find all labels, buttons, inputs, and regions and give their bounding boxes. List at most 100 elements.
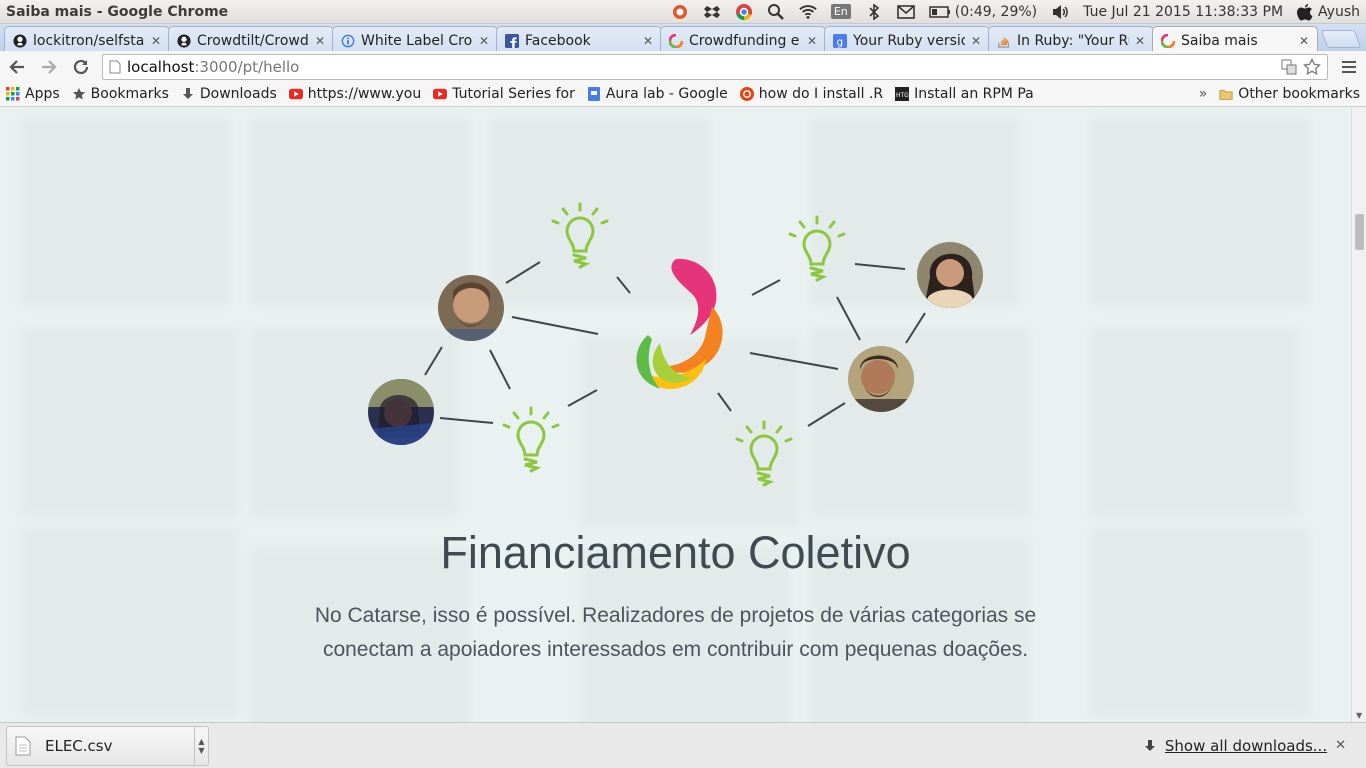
wifi-icon[interactable] — [799, 3, 817, 21]
stackoverflow-icon — [997, 34, 1011, 48]
chrome-menu-button[interactable] — [1338, 56, 1360, 78]
bookmark-item[interactable]: Tutorial Series for — [433, 86, 575, 102]
youtube-icon — [433, 87, 448, 101]
download-arrow-icon — [181, 87, 195, 101]
search-icon[interactable] — [767, 3, 785, 21]
bluetooth-icon[interactable] — [865, 3, 883, 21]
tab-close-icon[interactable]: ✕ — [479, 34, 489, 48]
browser-toolbar: localhost:3000/pt/hello — [0, 51, 1366, 82]
tab-close-icon[interactable]: ✕ — [151, 34, 161, 48]
volume-icon[interactable] — [1051, 3, 1069, 21]
page-description: No Catarse, isso é possível. Realizadore… — [314, 604, 1037, 661]
window-title: Saiba mais - Google Chrome — [6, 3, 229, 20]
tab[interactable]: g Your Ruby versio ✕ — [824, 26, 990, 51]
svg-text:HTG: HTG — [896, 92, 909, 99]
github-icon — [13, 34, 27, 48]
tab-label: Your Ruby versio — [853, 33, 965, 49]
tab-label: In Ruby: "Your Ru — [1017, 33, 1129, 49]
bookmark-label: Downloads — [199, 86, 277, 102]
user-menu[interactable]: Ayush — [1297, 3, 1360, 21]
forward-button[interactable] — [38, 56, 60, 78]
bookmark-item[interactable]: Downloads — [181, 86, 277, 102]
folder-icon — [1219, 87, 1233, 101]
keyboard-layout-indicator[interactable]: En — [830, 4, 851, 19]
avatar — [438, 275, 504, 341]
lightbulb-icon — [735, 420, 793, 487]
connection-lines — [424, 261, 926, 427]
tab-close-icon[interactable]: ✕ — [1299, 34, 1309, 48]
hero-illustration — [368, 202, 983, 487]
bookmark-label: Apps — [25, 86, 60, 102]
system-tray: En (0:49, 29%) Tue Jul 21 2015 11:38:33 … — [671, 3, 1366, 21]
bookmark-star-icon[interactable] — [1303, 57, 1321, 76]
tab[interactable]: Facebook ✕ — [496, 26, 662, 51]
bookmarks-bar: Apps Bookmarks Downloads https://www.you Tut… — [0, 82, 1366, 107]
svg-text:g: g — [837, 36, 844, 48]
bookmark-item[interactable]: Aura lab - Google — [587, 86, 728, 102]
tab-close-icon[interactable]: ✕ — [643, 34, 653, 48]
close-shelf-icon[interactable]: ✕ — [1335, 738, 1350, 753]
tab[interactable]: Crowdfunding e ✕ — [660, 26, 826, 51]
other-bookmarks-label: Other bookmarks — [1238, 86, 1360, 102]
show-all-downloads-link[interactable]: Show all downloads... — [1165, 737, 1327, 755]
user-name: Ayush — [1318, 3, 1360, 20]
tab-close-icon[interactable]: ✕ — [971, 34, 981, 48]
page-icon — [109, 60, 121, 73]
bookmark-item[interactable]: Bookmarks — [72, 86, 169, 102]
page-scrollbar[interactable]: ▼ — [1351, 107, 1366, 722]
bookmark-label: Install an RPM Pa — [914, 86, 1034, 102]
tab-close-icon[interactable]: ✕ — [807, 34, 817, 48]
ubuntu-icon — [739, 87, 754, 101]
tab-close-icon[interactable]: ✕ — [1135, 34, 1145, 48]
reload-button[interactable] — [70, 56, 92, 78]
address-bar[interactable]: localhost:3000/pt/hello — [102, 53, 1328, 80]
download-arrow-icon — [1144, 739, 1155, 751]
translate-icon[interactable] — [1281, 59, 1297, 75]
back-button[interactable] — [6, 56, 28, 78]
tab-active[interactable]: Saiba mais ✕ — [1152, 26, 1318, 51]
battery-indicator[interactable]: (0:49, 29%) — [929, 4, 1037, 20]
chrome-icon[interactable] — [735, 3, 753, 21]
tab-label: lockitron/selfsta — [33, 33, 145, 49]
file-icon — [15, 736, 31, 755]
htg-icon: HTG — [895, 87, 910, 101]
bookmark-label: how do I install .R — [758, 86, 884, 102]
dropbox-icon[interactable] — [703, 3, 721, 21]
tab[interactable]: White Label Crow ✕ — [332, 26, 498, 51]
bookmark-item[interactable]: https://www.you — [288, 86, 421, 102]
new-tab-button[interactable] — [1320, 30, 1362, 48]
youtube-icon — [288, 87, 303, 101]
scroll-down-arrow-icon[interactable]: ▼ — [1356, 711, 1362, 720]
avatar — [368, 379, 434, 445]
tab-strip: lockitron/selfsta ✕ Crowdtilt/Crowd ✕ White … — [0, 24, 1366, 51]
bookmark-label: Bookmarks — [90, 86, 169, 102]
url-path: :3000/pt/hello — [194, 57, 300, 76]
google-icon: g — [833, 34, 847, 48]
reload-icon — [73, 59, 89, 74]
avatar — [917, 242, 983, 308]
bookmark-item[interactable]: Apps — [6, 86, 60, 102]
app-indicator-icon[interactable] — [671, 3, 689, 21]
tab-close-icon[interactable]: ✕ — [315, 34, 325, 48]
tab-label: Crowdtilt/Crowd — [197, 33, 309, 49]
bookmark-item[interactable]: HTG Install an RPM Pa — [895, 86, 1034, 102]
download-menu-button[interactable]: ▲ ▼ — [194, 726, 208, 765]
catarse-icon — [1161, 34, 1175, 48]
tab[interactable]: In Ruby: "Your Ru ✕ — [988, 26, 1154, 51]
battery-text: (0:49, 29%) — [954, 3, 1038, 20]
tab-label: Crowdfunding e — [689, 33, 800, 49]
os-top-panel: Saiba mais - Google Chrome En (0:49, 29%… — [0, 0, 1366, 24]
info-icon — [341, 34, 355, 48]
clock[interactable]: Tue Jul 21 2015 11:38:33 PM — [1083, 4, 1283, 20]
tab[interactable]: Crowdtilt/Crowd ✕ — [168, 26, 334, 51]
tab[interactable]: lockitron/selfsta ✕ — [4, 26, 170, 51]
google-doc-icon — [587, 87, 601, 101]
scrollbar-thumb[interactable] — [1355, 214, 1364, 250]
apple-icon — [1297, 3, 1313, 20]
other-bookmarks-folder[interactable]: Other bookmarks — [1219, 86, 1360, 102]
download-item[interactable]: ELEC.csv ▲ ▼ — [6, 725, 209, 766]
mail-icon[interactable] — [896, 3, 915, 21]
bookmark-item[interactable]: how do I install .R — [739, 86, 884, 102]
bookmarks-overflow-button[interactable]: » — [1199, 86, 1208, 102]
battery-icon — [929, 5, 950, 18]
